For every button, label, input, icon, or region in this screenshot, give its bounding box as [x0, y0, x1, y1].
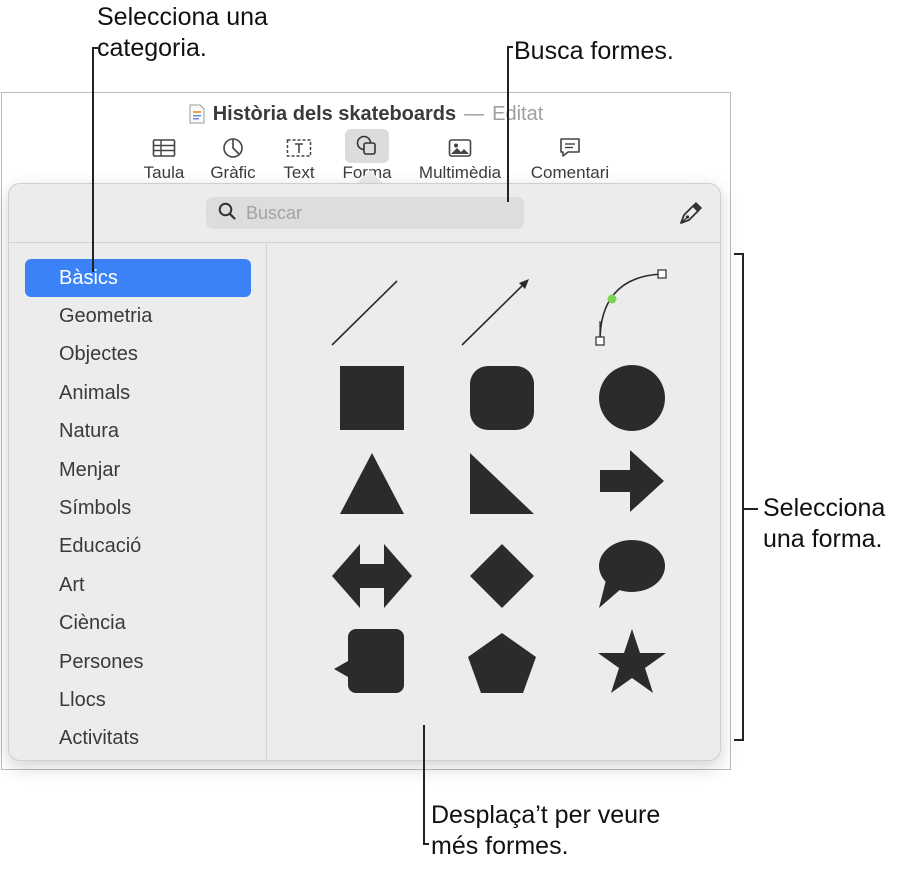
shape-triangle[interactable]	[322, 433, 422, 533]
document-icon	[189, 104, 205, 124]
callout-line: Selecciona	[763, 494, 886, 522]
table-icon	[152, 133, 176, 163]
callout-scroll-more: Desplaça’t per veure més formes.	[431, 800, 660, 862]
toolbar-label: Multimèdia	[418, 163, 502, 182]
toolbar-comment-button[interactable]: Comentari	[530, 133, 610, 183]
callout-search-shapes: Busca formes.	[514, 36, 674, 67]
edit-status: Editat	[492, 102, 544, 125]
bracket-shape-top	[734, 253, 744, 255]
callout-line: categoria.	[97, 34, 207, 62]
category-basics[interactable]: Bàsics	[25, 259, 251, 297]
chart-icon	[222, 133, 244, 163]
callout-line: més formes.	[431, 832, 569, 860]
text-box-icon	[286, 133, 312, 163]
category-objects[interactable]: Objectes	[25, 335, 251, 373]
callout-select-category: Selecciona una categoria.	[97, 2, 268, 64]
toolbar-table-button[interactable]: Taula	[124, 133, 204, 183]
callout-line: una forma.	[763, 525, 883, 553]
shape-pentagon[interactable]	[452, 611, 552, 711]
category-places[interactable]: Llocs	[25, 681, 251, 719]
title-separator: —	[464, 102, 485, 125]
shape-right-triangle[interactable]	[452, 433, 552, 533]
bracket-shape-pointer	[744, 508, 758, 510]
document-title: Història dels skateboards	[212, 102, 457, 125]
leader-line-scroll-tick	[423, 843, 429, 845]
shape-icon	[345, 129, 389, 163]
leader-line-scroll	[423, 725, 425, 845]
category-list: Bàsics Geometria Objectes Animals Natura…	[25, 259, 251, 758]
toolbar-label: Gràfic	[210, 163, 256, 182]
search-field[interactable]	[206, 197, 524, 229]
callout-line: Desplaça’t per veure	[431, 801, 661, 829]
leader-line-search	[507, 46, 509, 202]
callout-line: Busca formes.	[514, 37, 674, 65]
category-nature[interactable]: Natura	[25, 412, 251, 450]
shape-arrow[interactable]	[582, 433, 682, 533]
media-icon	[448, 133, 472, 163]
shape-grid	[267, 243, 722, 762]
category-activities[interactable]: Activitats	[25, 719, 251, 757]
bracket-shape-vertical	[742, 253, 744, 741]
category-art[interactable]: Art	[25, 566, 251, 604]
shapes-popover: Bàsics Geometria Objectes Animals Natura…	[8, 183, 721, 761]
shape-callout-square[interactable]	[322, 611, 422, 711]
toolbar-media-button[interactable]: Multimèdia	[418, 133, 502, 183]
callout-line: Selecciona una	[97, 3, 268, 31]
bracket-shape-bottom	[734, 739, 744, 741]
category-symbols[interactable]: Símbols	[25, 489, 251, 527]
callout-select-shape: Selecciona una forma.	[763, 493, 885, 555]
comment-icon	[559, 133, 581, 163]
leader-line-category-tick	[92, 47, 98, 49]
leader-line-category	[92, 47, 94, 272]
toolbar-label: Comentari	[530, 163, 610, 182]
shape-star[interactable]	[582, 611, 682, 711]
category-science[interactable]: Ciència	[25, 604, 251, 642]
category-education[interactable]: Educació	[25, 527, 251, 565]
toolbar-label: Taula	[143, 163, 185, 182]
toolbar-label: Text	[283, 163, 315, 182]
category-geometry[interactable]: Geometria	[25, 297, 251, 335]
category-animals[interactable]: Animals	[25, 374, 251, 412]
popover-arrow	[356, 170, 384, 184]
search-icon	[218, 202, 236, 225]
leader-line-search-tick	[507, 46, 513, 48]
category-people[interactable]: Persones	[25, 643, 251, 681]
pen-tool-icon[interactable]	[676, 200, 704, 228]
title-bar: Història dels skateboards — Editat	[2, 101, 730, 127]
category-food[interactable]: Menjar	[25, 451, 251, 489]
search-input[interactable]	[244, 201, 508, 225]
